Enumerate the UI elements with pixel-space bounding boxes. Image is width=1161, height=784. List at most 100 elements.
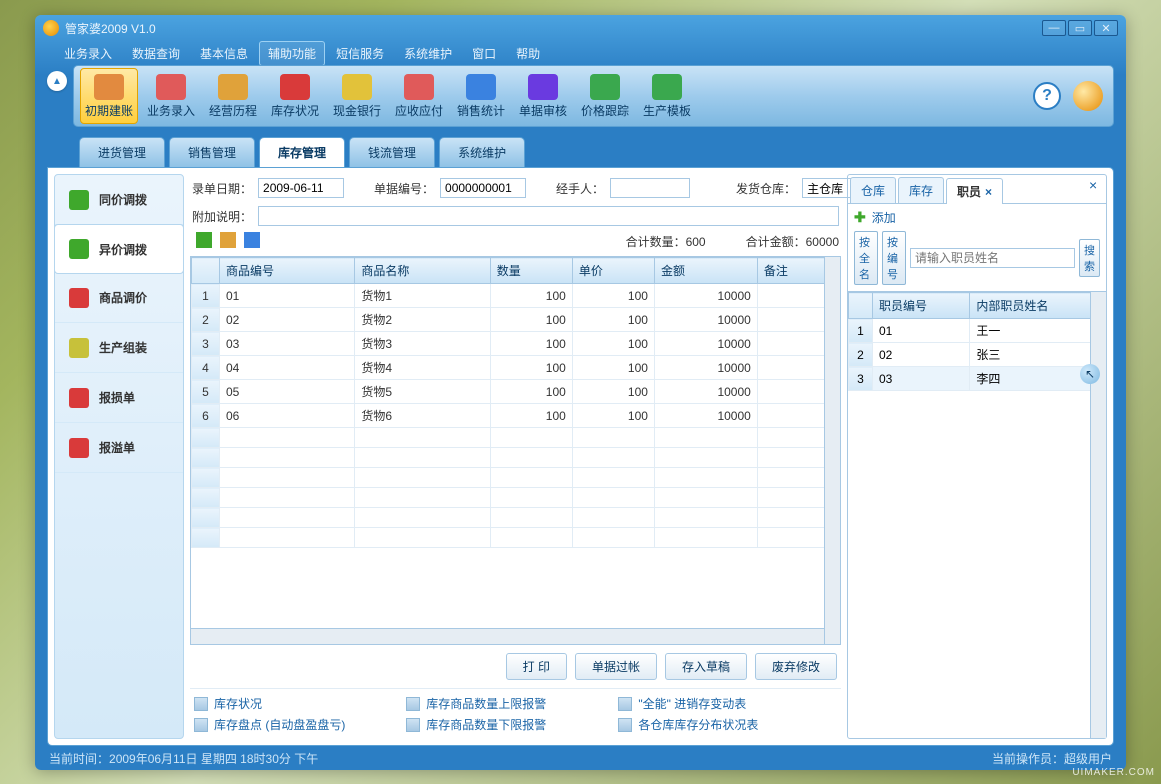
rgrid-row[interactable]: 303李四 bbox=[849, 367, 1106, 391]
right-grid-scrollbar-v[interactable] bbox=[1090, 292, 1106, 738]
toolbar-icon-7 bbox=[528, 74, 558, 100]
menu-item-7[interactable]: 帮助 bbox=[507, 41, 549, 66]
table-row-empty[interactable] bbox=[192, 468, 840, 488]
handler-input[interactable] bbox=[610, 178, 690, 198]
menu-item-2[interactable]: 基本信息 bbox=[191, 41, 257, 66]
main-tab-2[interactable]: 库存管理 bbox=[259, 137, 345, 167]
toolbar-icon-4 bbox=[342, 74, 372, 100]
rgrid-header-1[interactable]: 职员编号 bbox=[873, 293, 970, 319]
quick-link-5[interactable]: 各仓库库存分布状况表 bbox=[618, 716, 830, 733]
menu-item-5[interactable]: 系统维护 bbox=[395, 41, 461, 66]
gold-action-button[interactable] bbox=[1073, 81, 1103, 111]
table-row-empty[interactable] bbox=[192, 488, 840, 508]
sidenav-item-4[interactable]: 报损单 bbox=[55, 373, 183, 423]
toolbar-btn-1[interactable]: 业务录入 bbox=[142, 68, 200, 124]
filter-input[interactable] bbox=[910, 248, 1075, 268]
right-panel-close-icon[interactable]: × bbox=[1089, 177, 1103, 191]
mini-icon-2[interactable] bbox=[220, 232, 236, 248]
grid-scrollbar-v[interactable] bbox=[824, 257, 840, 644]
grid-scrollbar-h[interactable] bbox=[191, 628, 824, 644]
rgrid-header-0[interactable] bbox=[849, 293, 873, 319]
toolbar-btn-7[interactable]: 单据审核 bbox=[514, 68, 572, 124]
maximize-button[interactable]: ▭ bbox=[1068, 20, 1092, 36]
row-select-pointer-icon[interactable]: ↖ bbox=[1080, 364, 1100, 384]
toolbar-btn-9[interactable]: 生产模板 bbox=[638, 68, 696, 124]
table-row-empty[interactable] bbox=[192, 428, 840, 448]
rgrid-header-2[interactable]: 内部职员姓名 bbox=[970, 293, 1106, 319]
menu-item-4[interactable]: 短信服务 bbox=[327, 41, 393, 66]
main-tab-0[interactable]: 进货管理 bbox=[79, 137, 165, 167]
menu-item-1[interactable]: 数据查询 bbox=[123, 41, 189, 66]
quick-link-4[interactable]: 库存商品数量下限报警 bbox=[406, 716, 618, 733]
toolbar-btn-8[interactable]: 价格跟踪 bbox=[576, 68, 634, 124]
quick-link-1[interactable]: 库存商品数量上限报警 bbox=[406, 695, 618, 712]
toolbar-btn-3[interactable]: 库存状况 bbox=[266, 68, 324, 124]
toolbar-icon-9 bbox=[652, 74, 682, 100]
sidenav-item-1[interactable]: 异价调拨 bbox=[54, 224, 184, 274]
quick-link-icon bbox=[618, 697, 632, 711]
print-button[interactable]: 打 印 bbox=[506, 653, 567, 680]
toolbar-btn-2[interactable]: 经营历程 bbox=[204, 68, 262, 124]
right-tab-2[interactable]: 职员× bbox=[946, 178, 1003, 204]
toolbar-btn-0[interactable]: 初期建账 bbox=[80, 68, 138, 124]
grid-header-0[interactable] bbox=[192, 258, 220, 284]
right-tab-0[interactable]: 仓库 bbox=[850, 177, 896, 203]
grid-header-2[interactable]: 商品名称 bbox=[355, 258, 490, 284]
discard-button[interactable]: 废弃修改 bbox=[755, 653, 837, 680]
grid-header-1[interactable]: 商品编号 bbox=[220, 258, 355, 284]
rgrid-row[interactable]: 202张三 bbox=[849, 343, 1106, 367]
toolbar-label-0: 初期建账 bbox=[85, 102, 133, 119]
help-button[interactable]: ? bbox=[1033, 82, 1061, 110]
table-row[interactable]: 606货物610010010000 bbox=[192, 404, 840, 428]
table-row-empty[interactable] bbox=[192, 528, 840, 548]
menu-item-6[interactable]: 窗口 bbox=[463, 41, 505, 66]
table-row[interactable]: 505货物510010010000 bbox=[192, 380, 840, 404]
table-row-empty[interactable] bbox=[192, 508, 840, 528]
main-tab-3[interactable]: 钱流管理 bbox=[349, 137, 435, 167]
grid-header-5[interactable]: 金额 bbox=[654, 258, 757, 284]
right-tab-1[interactable]: 库存 bbox=[898, 177, 944, 203]
table-row[interactable]: 101货物110010010000 bbox=[192, 284, 840, 308]
docno-input[interactable] bbox=[440, 178, 526, 198]
mini-icon-1[interactable] bbox=[196, 232, 212, 248]
toolbar-btn-5[interactable]: 应收应付 bbox=[390, 68, 448, 124]
right-grid[interactable]: 职员编号内部职员姓名101王一202张三303李四 ↖ bbox=[848, 291, 1106, 738]
date-input[interactable] bbox=[258, 178, 344, 198]
sidenav-item-3[interactable]: 生产组装 bbox=[55, 323, 183, 373]
table-row[interactable]: 202货物210010010000 bbox=[192, 308, 840, 332]
collapse-toolbar-button[interactable]: ▲ bbox=[47, 71, 67, 91]
toolbar-btn-4[interactable]: 现金银行 bbox=[328, 68, 386, 124]
table-row-empty[interactable] bbox=[192, 448, 840, 468]
sidenav-item-5[interactable]: 报溢单 bbox=[55, 423, 183, 473]
menu-item-3[interactable]: 辅助功能 bbox=[259, 41, 325, 66]
toolbar-btn-6[interactable]: 销售统计 bbox=[452, 68, 510, 124]
grid-header-4[interactable]: 单价 bbox=[572, 258, 654, 284]
menu-item-0[interactable]: 业务录入 bbox=[55, 41, 121, 66]
sidenav-item-2[interactable]: 商品调价 bbox=[55, 273, 183, 323]
filter-bycode-button[interactable]: 按编号 bbox=[882, 231, 906, 285]
right-panel: × 仓库库存职员× ✚ 添加 按全名 按编号 搜索 职员编号内部职员姓名101王… bbox=[847, 174, 1107, 739]
search-button[interactable]: 搜索 bbox=[1079, 239, 1100, 277]
toolbar-icon-8 bbox=[590, 74, 620, 100]
filter-byname-button[interactable]: 按全名 bbox=[854, 231, 878, 285]
add-link[interactable]: 添加 bbox=[872, 209, 896, 226]
quick-link-0[interactable]: 库存状况 bbox=[194, 695, 406, 712]
grid-header-3[interactable]: 数量 bbox=[490, 258, 572, 284]
note-input[interactable] bbox=[258, 206, 839, 226]
quick-link-2[interactable]: "全能" 进销存变动表 bbox=[618, 695, 830, 712]
sidenav-item-0[interactable]: 同价调拨 bbox=[55, 175, 183, 225]
table-row[interactable]: 303货物310010010000 bbox=[192, 332, 840, 356]
draft-button[interactable]: 存入草稿 bbox=[665, 653, 747, 680]
mini-icon-3[interactable] bbox=[244, 232, 260, 248]
post-button[interactable]: 单据过帐 bbox=[575, 653, 657, 680]
main-tab-4[interactable]: 系统维护 bbox=[439, 137, 525, 167]
toolbar-label-4: 现金银行 bbox=[333, 102, 381, 119]
table-row[interactable]: 404货物410010010000 bbox=[192, 356, 840, 380]
tab-close-icon[interactable]: × bbox=[985, 185, 992, 199]
main-tab-1[interactable]: 销售管理 bbox=[169, 137, 255, 167]
quick-link-3[interactable]: 库存盘点 (自动盘盈盘亏) bbox=[194, 716, 406, 733]
main-grid[interactable]: 商品编号商品名称数量单价金额备注101货物110010010000202货物21… bbox=[190, 256, 841, 645]
rgrid-row[interactable]: 101王一 bbox=[849, 319, 1106, 343]
close-button[interactable]: ✕ bbox=[1094, 20, 1118, 36]
minimize-button[interactable]: — bbox=[1042, 20, 1066, 36]
